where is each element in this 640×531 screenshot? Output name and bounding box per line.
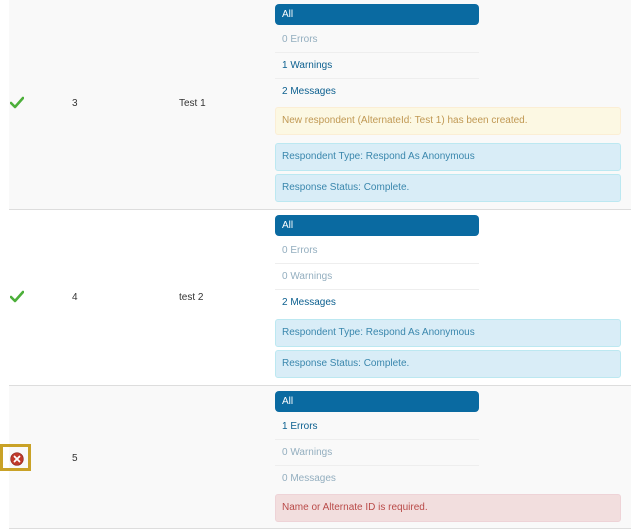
filter-messages: 0 Messages [282,473,336,484]
info-alert: Response Status: Complete. [275,350,621,378]
info-alert: Respondent Type: Respond As Anonymous [275,143,621,171]
row-name: Test 1 [179,98,206,109]
filter-all[interactable]: All [275,391,479,412]
row-number: 5 [72,453,78,464]
message-filter-list: All 0 Errors 0 Warnings 2 Messages [275,215,479,315]
filter-warnings: 0 Warnings [275,440,479,466]
row-number: 3 [72,98,78,109]
filter-errors: 0 Errors [275,238,479,264]
filter-warnings[interactable]: 1 Warnings [275,53,479,79]
selection-highlight [0,444,31,471]
table-row: 5 All 1 Errors 0 Warnings 0 Messages Nam… [9,386,631,529]
warning-alert: New respondent (AlternateId: Test 1) has… [275,107,621,135]
filter-errors: 0 Errors [275,27,479,53]
info-alert: Respondent Type: Respond As Anonymous [275,319,621,347]
check-icon [10,290,24,303]
check-icon [10,96,24,109]
row-number: 4 [72,292,78,303]
filter-all[interactable]: All [275,215,479,236]
filter-warnings: 0 Warnings [275,264,479,290]
filter-errors[interactable]: 1 Errors [275,414,479,440]
table-row: 3 Test 1 All 0 Errors 1 Warnings 2 Messa… [9,0,631,210]
row-name: test 2 [179,292,204,303]
message-filter-list: All 0 Errors 1 Warnings 2 Messages [275,4,479,104]
error-alert: Name or Alternate ID is required. [275,494,621,522]
message-filter-list: All 1 Errors 0 Warnings 0 Messages [275,391,479,491]
filter-all[interactable]: All [275,4,479,25]
filter-messages[interactable]: 2 Messages [275,290,479,315]
filter-messages[interactable]: 2 Messages [275,79,479,104]
table-row: 4 test 2 All 0 Errors 0 Warnings 2 Messa… [9,210,631,386]
info-alert: Response Status: Complete. [275,174,621,202]
